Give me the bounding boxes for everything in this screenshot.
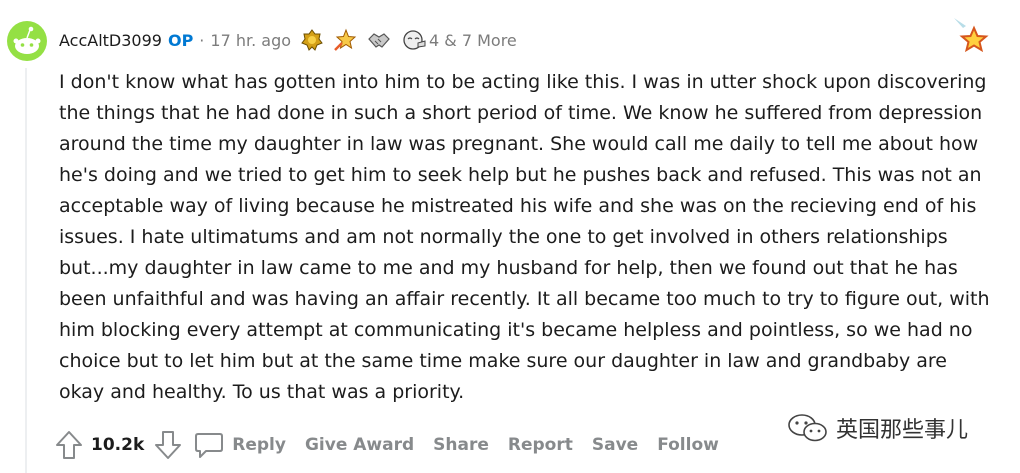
- comment-line: been unfaithful and was having an affair…: [59, 288, 990, 310]
- comment-action-bar: 10.2k Reply Give Award Share Report Save…: [55, 428, 738, 462]
- comment-line: okay and healthy. To us that was a prior…: [59, 381, 465, 403]
- comment-line: around the time my daughter in law was p…: [59, 133, 979, 155]
- follow-button[interactable]: Follow: [657, 435, 719, 455]
- comment-line: acceptable way of living because he mist…: [59, 195, 977, 217]
- thread-line[interactable]: [25, 68, 27, 473]
- report-button[interactable]: Report: [508, 435, 573, 455]
- separator-dot: ·: [199, 30, 205, 50]
- comment-author[interactable]: AccAltD3099: [59, 31, 162, 50]
- watermark-text: 英国那些事儿: [836, 418, 969, 443]
- comment-line: choice but to let him but at the same ti…: [59, 350, 947, 372]
- give-award-button[interactable]: Give Award: [305, 435, 414, 455]
- reply-label: Reply: [232, 435, 286, 455]
- watermark: 英国那些事儿: [786, 412, 968, 444]
- comment-timestamp[interactable]: 17 hr. ago: [210, 31, 291, 50]
- comment-body: I don't know what has gotten into him to…: [59, 67, 1014, 408]
- save-button[interactable]: Save: [592, 435, 638, 455]
- comment-bubble-icon: [195, 433, 224, 458]
- share-button[interactable]: Share: [433, 435, 489, 455]
- gold-medal-icon[interactable]: [301, 29, 323, 51]
- comment-line: issues. I hate ultimatums and am not nor…: [59, 226, 948, 248]
- comment-line: him blocking every attempt at communicat…: [59, 319, 973, 341]
- star-award-icon[interactable]: [952, 16, 992, 56]
- handshake-icon[interactable]: [367, 29, 391, 51]
- downvote-arrow-icon: [155, 431, 182, 459]
- reply-button[interactable]: Reply: [194, 431, 286, 459]
- op-badge: OP: [167, 30, 194, 50]
- upvote-button[interactable]: [55, 430, 83, 460]
- comment-line: he's doing and we tried to get him to se…: [59, 164, 982, 186]
- avatar[interactable]: [7, 21, 47, 61]
- comment-header: AccAltD3099 OP · 17 hr. ago 4 & 7 More: [59, 28, 517, 52]
- wechat-icon: [788, 414, 827, 442]
- vote-score: 10.2k: [91, 435, 145, 455]
- downvote-button[interactable]: [154, 430, 182, 460]
- facepalm-face-icon[interactable]: [401, 29, 427, 51]
- comment-line: but...my daughter in law came to me and …: [59, 257, 958, 279]
- snoo-avatar-icon: [7, 21, 47, 61]
- award-count[interactable]: 4 & 7 More: [429, 31, 517, 50]
- comment-line: I don't know what has gotten into him to…: [59, 71, 987, 93]
- comment-line: the things that he had done in such a sh…: [59, 102, 983, 124]
- upvote-arrow-icon: [56, 431, 82, 459]
- rocket-star-icon[interactable]: [333, 28, 357, 52]
